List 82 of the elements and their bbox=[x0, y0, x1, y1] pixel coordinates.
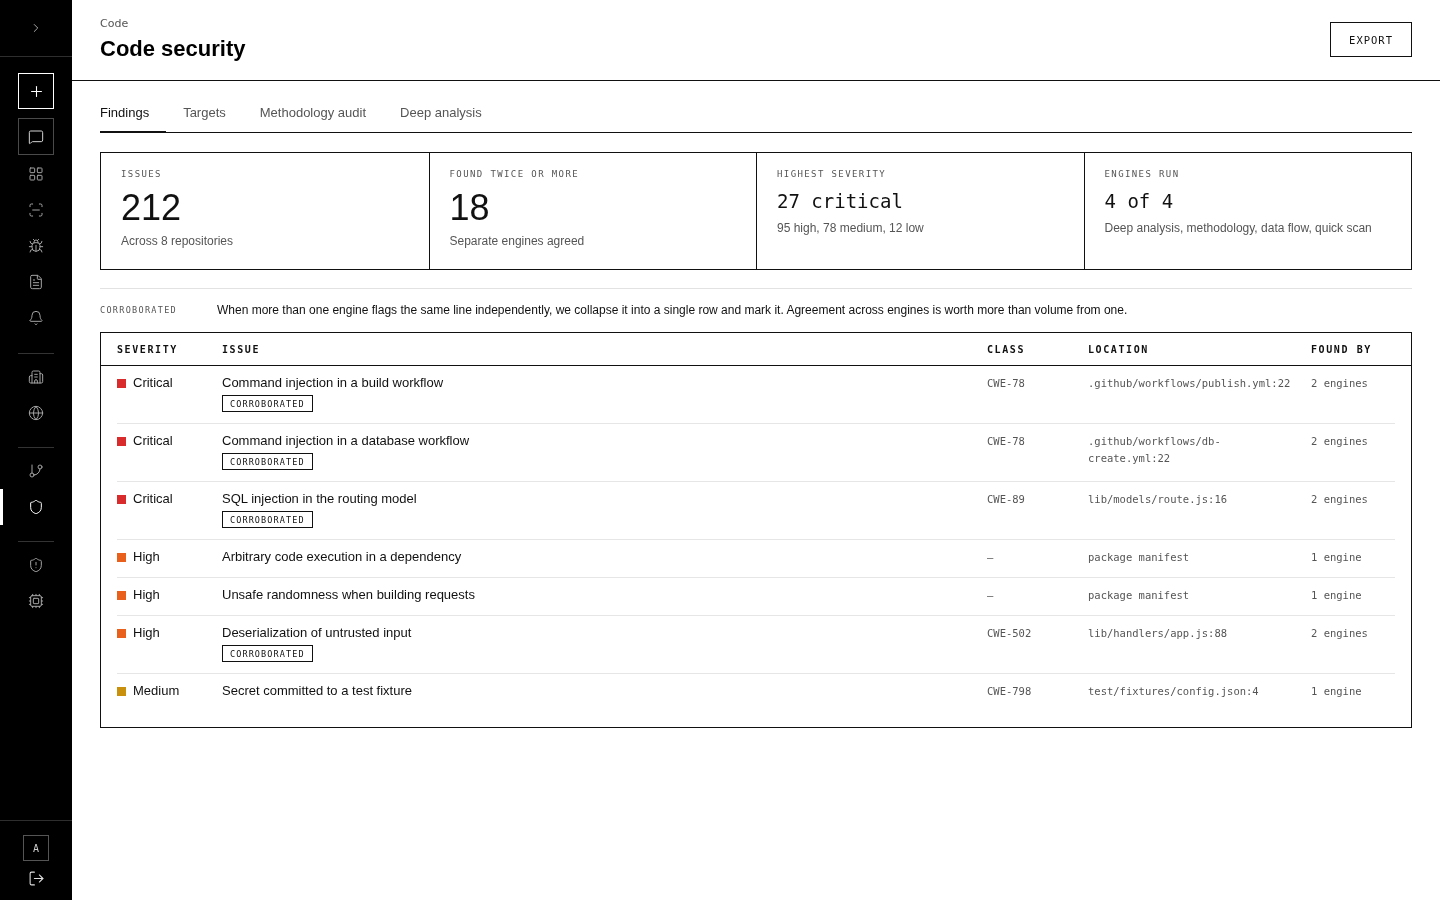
stat-label: FOUND TWICE OR MORE bbox=[449, 168, 580, 180]
issue-title: SQL injection in the routing model bbox=[222, 490, 417, 508]
chat-bubble-icon bbox=[28, 128, 44, 145]
logout-icon bbox=[27, 870, 45, 887]
globe-icon bbox=[28, 405, 44, 421]
shield-icon bbox=[28, 499, 44, 515]
stat-detail: 95 high, 78 medium, 12 low bbox=[777, 220, 924, 236]
corroborated-badge: CORROBORATED bbox=[222, 511, 313, 528]
severity-text: Medium bbox=[133, 682, 180, 700]
tab[interactable]: Deep analysis bbox=[400, 105, 499, 133]
sidebar-item[interactable] bbox=[18, 118, 54, 155]
export-button[interactable]: EXPORT bbox=[1330, 22, 1412, 57]
bell-icon bbox=[28, 310, 44, 326]
page-title: Code security bbox=[100, 35, 246, 63]
engine-count: 2 engines bbox=[1311, 376, 1369, 391]
cwe-class: CWE-798 bbox=[987, 684, 1033, 699]
add-button[interactable] bbox=[18, 73, 54, 109]
avatar[interactable]: A bbox=[23, 835, 49, 861]
file-location: package manifest bbox=[1088, 550, 1191, 565]
scan-icon bbox=[28, 202, 44, 218]
column-header: SEVERITY bbox=[117, 343, 179, 355]
engine-count: 2 engines bbox=[1311, 492, 1369, 507]
severity-text: High bbox=[133, 548, 160, 566]
cwe-class: — bbox=[987, 588, 995, 603]
file-location: test/fixtures/config.json:4 bbox=[1088, 684, 1260, 699]
issue-title: Command injection in a build workflow bbox=[222, 374, 444, 392]
file-location: lib/handlers/app.js:88 bbox=[1088, 626, 1229, 641]
engine-count: 1 engine bbox=[1311, 684, 1363, 699]
note-label: CORROBORATED bbox=[100, 305, 178, 315]
engine-count: 2 engines bbox=[1311, 626, 1369, 641]
severity-text: Critical bbox=[133, 490, 173, 508]
stat-detail: Separate engines agreed bbox=[449, 233, 585, 249]
breadcrumb: Code bbox=[100, 16, 129, 31]
building-icon bbox=[28, 369, 44, 385]
column-header: CLASS bbox=[987, 343, 1027, 355]
logout-button[interactable] bbox=[27, 870, 45, 887]
severity-text: High bbox=[133, 624, 160, 642]
engine-count: 1 engine bbox=[1311, 588, 1363, 603]
cwe-class: CWE-78 bbox=[987, 434, 1026, 449]
shield-alert-icon bbox=[28, 557, 44, 573]
issue-title: Secret committed to a test fixture bbox=[222, 682, 413, 700]
bug-icon bbox=[28, 238, 44, 254]
corroborated-badge: CORROBORATED bbox=[222, 453, 313, 470]
branch-icon bbox=[28, 463, 44, 479]
severity-text: Critical bbox=[133, 432, 173, 450]
tab[interactable]: Methodology audit bbox=[259, 105, 384, 133]
stat-label: ISSUES bbox=[121, 168, 162, 180]
corroborated-badge: CORROBORATED bbox=[222, 395, 313, 412]
engine-count: 1 engine bbox=[1311, 550, 1363, 565]
stat-detail: Deep analysis, methodology, data flow, quick scan bbox=[1104, 220, 1372, 236]
issue-title: Deserialization of untrusted input bbox=[222, 624, 412, 642]
note-text: When more than one engine flags the same line independently, we collapse it into a single row and mark it. Agreement across engines is worth more than volume from one. bbox=[217, 302, 1128, 318]
severity-text: High bbox=[133, 586, 160, 604]
cwe-class: — bbox=[987, 550, 995, 565]
grid-icon bbox=[28, 166, 44, 182]
file-location: .github/workflows/db-create.yml:22 bbox=[1088, 434, 1222, 466]
stat-value: 27 critical bbox=[777, 189, 903, 213]
cwe-class: CWE-502 bbox=[987, 626, 1033, 641]
issue-title: Arbitrary code execution in a dependency bbox=[222, 548, 462, 566]
file-location: lib/models/route.js:16 bbox=[1088, 492, 1229, 507]
stat-value: 4 of 4 bbox=[1104, 189, 1174, 213]
column-header: FOUND BY bbox=[1311, 343, 1373, 355]
stat-label: HIGHEST SEVERITY bbox=[777, 168, 887, 180]
stat-label: ENGINES RUN bbox=[1104, 168, 1180, 180]
stat-detail: Across 8 repositories bbox=[121, 233, 234, 249]
severity-text: Critical bbox=[133, 374, 173, 392]
corroborated-badge: CORROBORATED bbox=[222, 645, 313, 662]
issue-title: Command injection in a database workflow bbox=[222, 432, 470, 450]
cwe-class: CWE-89 bbox=[987, 492, 1026, 507]
issue-title: Unsafe randomness when building requests bbox=[222, 586, 475, 604]
stat-value: 18 bbox=[449, 188, 490, 228]
tab[interactable]: Findings bbox=[100, 105, 167, 133]
file-location: .github/workflows/publish.yml:22 bbox=[1088, 376, 1292, 391]
column-header: ISSUE bbox=[222, 343, 262, 355]
engine-count: 2 engines bbox=[1311, 434, 1369, 449]
tab[interactable]: Targets bbox=[183, 105, 243, 133]
stat-value: 212 bbox=[121, 188, 182, 228]
cwe-class: CWE-78 bbox=[987, 376, 1026, 391]
document-icon bbox=[28, 274, 44, 290]
column-header: LOCATION bbox=[1088, 343, 1150, 355]
chip-icon bbox=[28, 593, 44, 609]
file-location: package manifest bbox=[1088, 588, 1191, 603]
